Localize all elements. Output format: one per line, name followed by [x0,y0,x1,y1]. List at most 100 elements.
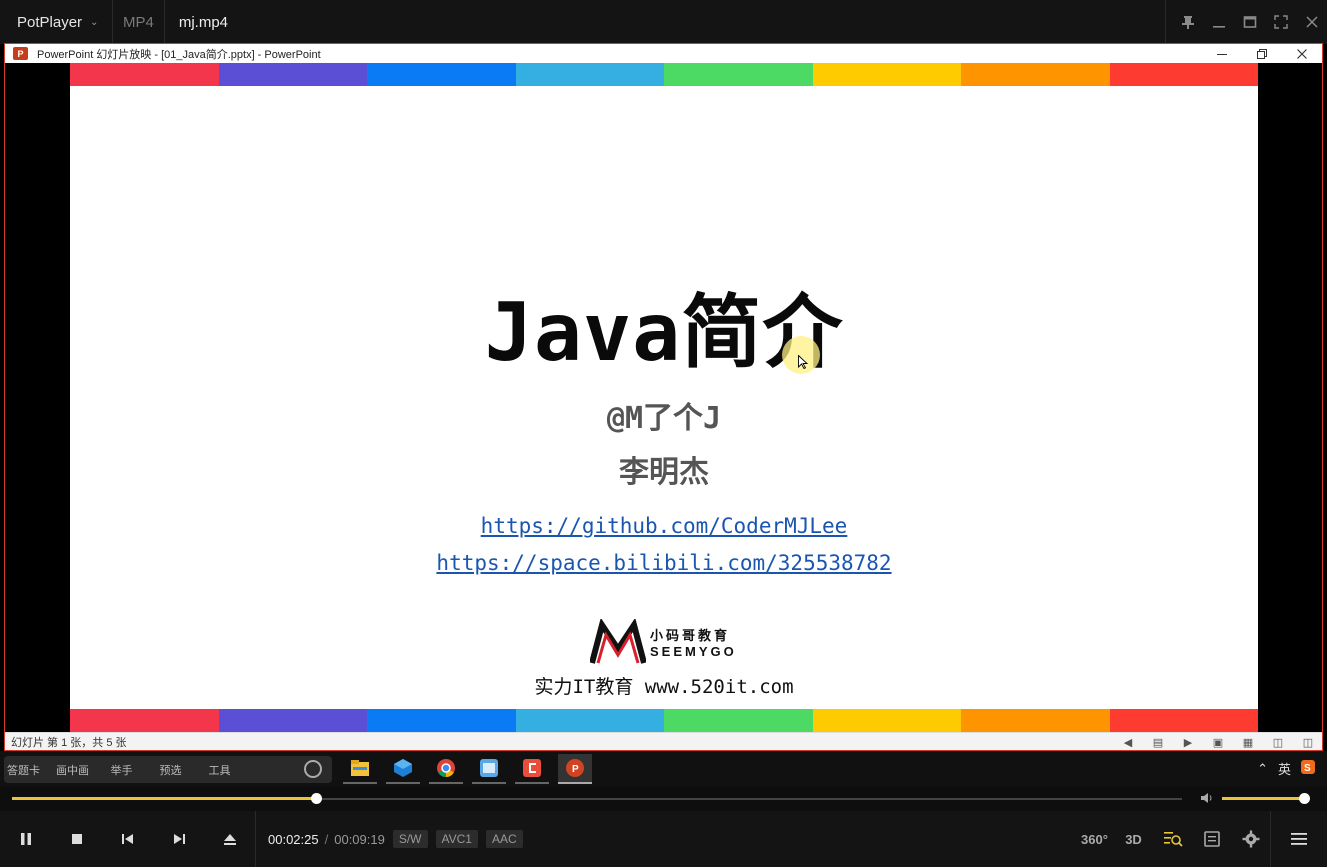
volume-handle[interactable] [1299,793,1310,804]
top-color-stripe [70,63,1258,86]
bilibili-link[interactable]: https://space.bilibili.com/325538782 [70,551,1258,575]
stop-icon [71,834,82,844]
powerpoint-statusbar: 幻灯片 第 1 张，共 5 张 ◀ ▤ ▶ ▣ ▦ ◫ ◫ [5,732,1322,750]
slideshow-view-icon[interactable]: ◫ [1300,736,1316,749]
system-tray: ⌃ 英 S [1257,759,1315,778]
player-menu-button[interactable]: PotPlayer ⌄ [0,14,112,31]
previous-button[interactable] [102,811,153,867]
github-link[interactable]: https://github.com/CoderMJLee [70,514,1258,538]
stripe-segment [515,63,664,86]
raise-hand-button[interactable]: 举手 [102,762,151,778]
answer-card-button[interactable]: 答题卡 [4,762,53,778]
window-controls [1165,0,1327,44]
chrome-icon[interactable] [429,754,463,784]
powerpoint-titlebar: P PowerPoint 幻灯片放映 - [01_Java简介.pptx] - … [5,44,1322,63]
slideshow-nav: ◀ ▤ ▶ ▣ ▦ ◫ ◫ [1120,733,1316,751]
gear-icon [1242,830,1259,848]
seek-progress [12,797,317,800]
stripe-segment [812,63,961,86]
slide-title: Java简介 [484,286,844,379]
seek-handle[interactable] [311,793,323,804]
minimize-icon[interactable] [1203,0,1234,44]
maximize-icon[interactable] [1234,0,1265,44]
stripe-segment [664,709,813,732]
vr-360-button[interactable]: 360° [1075,811,1114,867]
tools-button[interactable]: 工具 [200,762,249,778]
video-codec-badge[interactable]: AVC1 [435,830,478,848]
slide-name: 李明杰 [619,456,709,489]
stripe-segment [70,63,219,86]
eject-button[interactable] [204,811,255,867]
hamburger-menu-icon [1291,833,1307,845]
volume-icon[interactable] [1200,792,1214,807]
ime-indicator[interactable]: 英 [1278,759,1291,778]
app-icon[interactable] [472,754,506,784]
logo-chinese-text: 小码哥教育 [650,628,731,643]
settings-button[interactable] [1231,811,1270,867]
minimize-icon[interactable] [1202,44,1242,63]
app-c-icon[interactable] [515,754,549,784]
slide-author: @M了个J [606,401,722,436]
restore-icon[interactable] [1242,44,1282,63]
slide-sorter-icon[interactable]: ▦ [1240,736,1256,749]
slide-slogan: 实力IT教育 www.520it.com [534,676,794,698]
pause-button[interactable] [0,811,51,867]
decoder-badge[interactable]: S/W [392,830,428,848]
powerpoint-window-controls [1202,44,1322,63]
search-list-icon [1163,832,1183,847]
seemygo-logo: 小码哥教育 SEEMYGO [590,618,750,666]
search-list-button[interactable] [1153,811,1192,867]
chevron-down-icon: ⌄ [90,16,99,28]
volume-level [1222,797,1304,800]
mouse-cursor-icon [798,355,808,369]
powerpoint-window-title: PowerPoint 幻灯片放映 - [01_Java简介.pptx] - Po… [37,48,321,61]
file-explorer-icon[interactable] [343,754,377,784]
close-icon[interactable] [1296,0,1327,44]
stripe-segment [961,63,1110,86]
slide-counter: 幻灯片 第 1 张，共 5 张 [11,736,127,749]
taskbar: 答题卡 画中画 举手 预选 工具 P ⌃ 英 S [0,751,1327,787]
3d-button[interactable]: 3D [1114,811,1153,867]
stripe-segment [70,709,219,732]
picture-in-picture-button[interactable]: 画中画 [53,762,102,778]
seemygo-m-logo-icon [590,619,646,664]
seek-bar[interactable] [0,787,1327,811]
next-button[interactable] [153,811,204,867]
fullscreen-icon[interactable] [1265,0,1296,44]
close-icon[interactable] [1282,44,1322,63]
next-icon [173,834,185,844]
reading-view-icon[interactable]: ◫ [1270,736,1286,749]
menu-button[interactable] [1271,811,1327,867]
power-icon[interactable] [304,760,322,778]
previous-slide-icon[interactable]: ◀ [1120,736,1136,749]
slide-menu-icon[interactable]: ▤ [1150,736,1166,749]
tray-expand-icon[interactable]: ⌃ [1257,761,1268,777]
stop-button[interactable] [51,811,102,867]
app-cube-icon[interactable] [386,754,420,784]
stripe-segment [367,63,516,86]
divider [255,811,256,867]
svg-text:S: S [1304,763,1311,774]
powerpoint-taskbar-icon[interactable]: P [558,754,592,784]
stripe-segment [1109,63,1258,86]
stripe-segment [367,709,516,732]
current-time: 00:02:25 [268,831,319,847]
total-time: 00:09:19 [334,831,385,847]
audio-codec-badge[interactable]: AAC [485,830,523,848]
stripe-segment [218,709,367,732]
playlist-button[interactable] [1192,811,1231,867]
next-slide-icon[interactable]: ▶ [1180,736,1196,749]
sogou-ime-icon[interactable]: S [1301,760,1315,777]
right-controls: 360° 3D [1075,811,1327,867]
stripe-segment [961,709,1110,732]
svg-text:P: P [572,764,579,775]
bottom-color-stripe [70,709,1258,732]
time-separator: / [324,831,329,847]
format-label: MP4 [123,13,154,31]
taskbar-apps: P [343,754,592,784]
preselect-button[interactable]: 预选 [151,762,200,778]
pin-icon[interactable] [1172,0,1203,44]
stripe-segment [812,709,961,732]
logo-english-text: SEEMYGO [650,644,737,659]
normal-view-icon[interactable]: ▣ [1210,736,1226,749]
